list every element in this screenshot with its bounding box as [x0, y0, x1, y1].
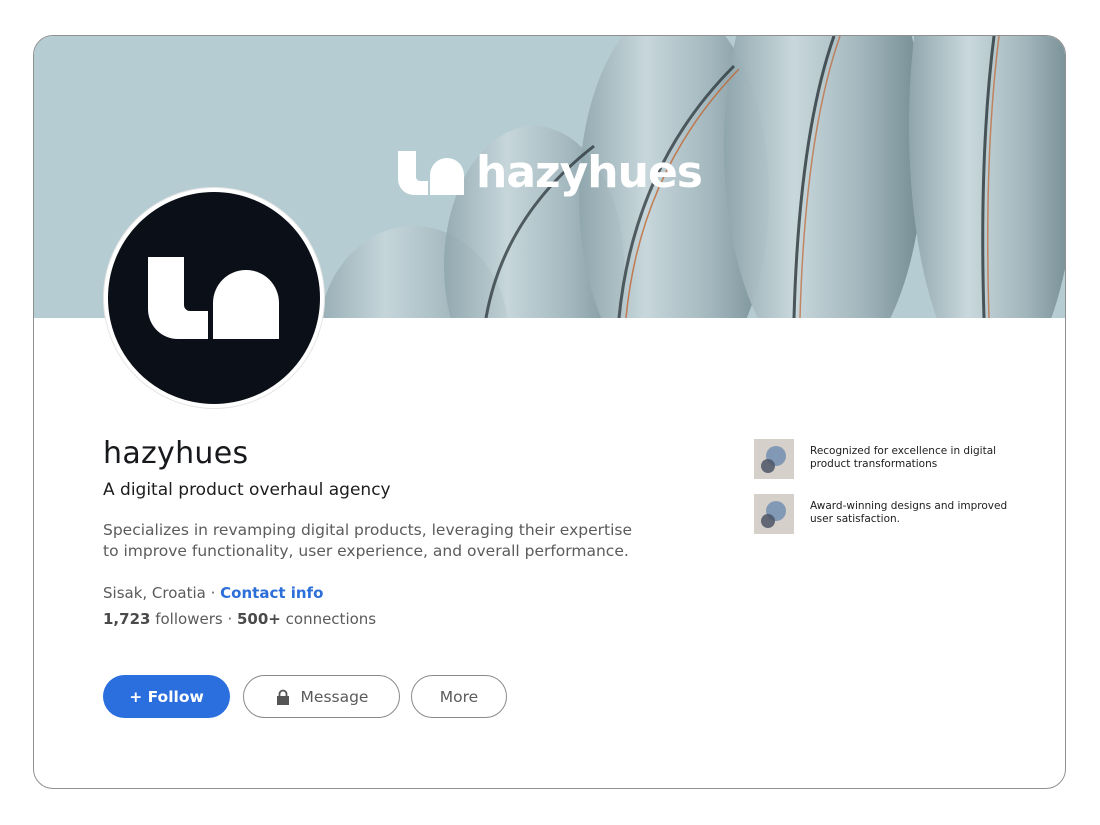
followers-count: 1,723	[103, 610, 151, 628]
avatar	[104, 188, 324, 408]
follow-button-label: + Follow	[129, 687, 204, 706]
followers-label: followers	[150, 610, 223, 628]
message-button-label: Message	[300, 687, 369, 706]
profile-tagline: A digital product overhaul agency	[103, 480, 391, 500]
connections-count[interactable]: 500+	[237, 610, 281, 628]
award-text: Award-winning designs and improved user …	[810, 500, 1008, 525]
hazyhues-logo-icon	[398, 151, 464, 195]
profile-name: hazyhues	[103, 436, 249, 471]
award-thumbnail-icon	[754, 494, 794, 534]
more-button-label: More	[439, 687, 479, 706]
more-button[interactable]: More	[411, 675, 507, 718]
banner-logo: hazyhues	[398, 147, 703, 198]
award-item: Award-winning designs and improved user …	[754, 494, 1014, 534]
connections-label: connections	[280, 610, 377, 628]
award-thumbnail-icon	[754, 439, 794, 479]
message-button[interactable]: Message	[243, 675, 400, 718]
award-text: Recognized for excellence in digital pro…	[810, 445, 997, 470]
profile-description: Specializes in revamping digital product…	[103, 521, 632, 560]
location-text: Sisak, Croatia	[103, 584, 206, 602]
follow-button[interactable]: + Follow	[103, 675, 230, 718]
separator: ·	[222, 610, 237, 628]
banner-wordmark: hazyhues	[476, 147, 703, 198]
profile-card: hazyhues hazyhues A digital product over…	[33, 35, 1066, 789]
lock-icon	[276, 689, 289, 705]
hazyhues-logo-icon	[148, 257, 279, 339]
stats-line: 1,723 followers · 500+ connections	[103, 610, 376, 628]
separator: ·	[205, 584, 221, 602]
location-line: Sisak, Croatia · Contact info	[103, 584, 323, 602]
contact-info-link[interactable]: Contact info	[220, 584, 323, 602]
award-item: Recognized for excellence in digital pro…	[754, 439, 1014, 479]
